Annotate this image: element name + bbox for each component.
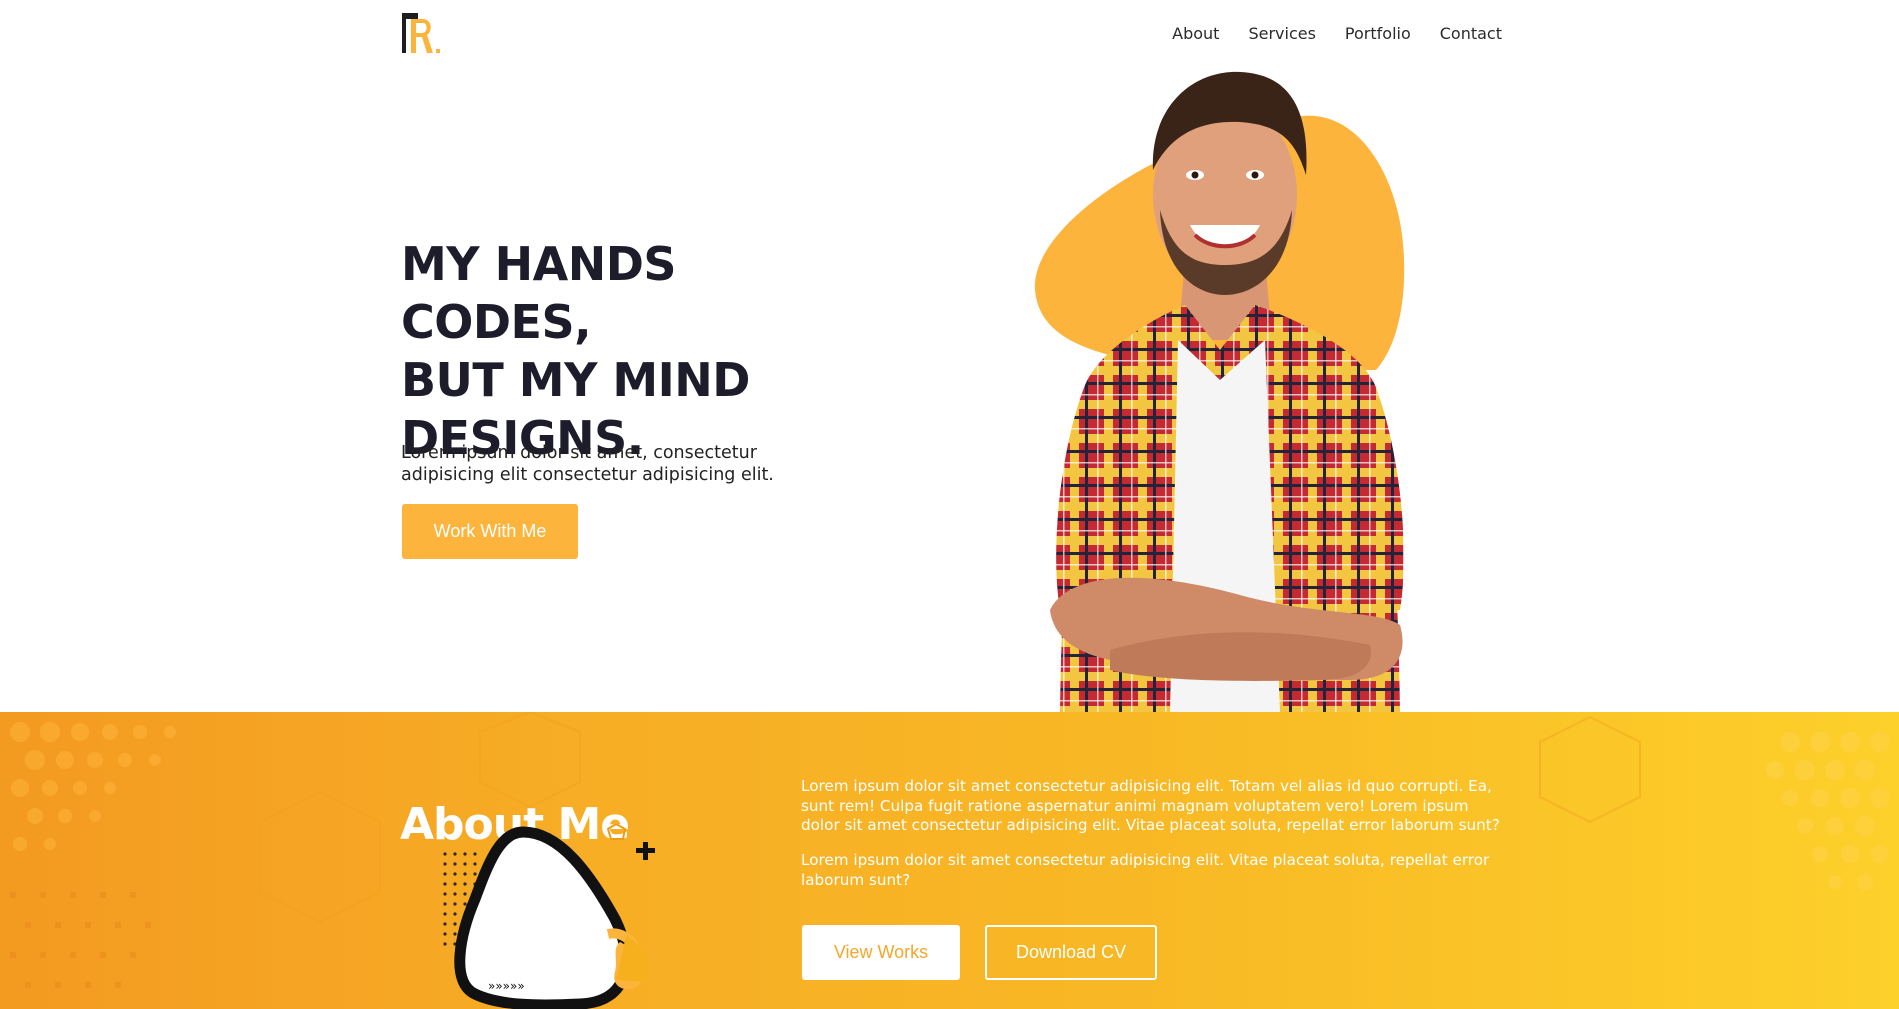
hero-description: Lorem ipsum dolor sit amet, consectetur … (401, 443, 774, 485)
download-cv-button[interactable]: Download CV (985, 925, 1157, 980)
nav-portfolio[interactable]: Portfolio (1345, 24, 1411, 43)
view-works-button[interactable]: View Works (802, 925, 960, 980)
nav-contact[interactable]: Contact (1440, 24, 1502, 43)
main-nav: About Services Portfolio Contact (1172, 24, 1502, 43)
about-paragraph-2: Lorem ipsum dolor sit amet consectetur a… (801, 851, 1490, 889)
nav-services[interactable]: Services (1248, 24, 1315, 43)
brand-logo[interactable] (402, 13, 442, 55)
hero-portrait (1034, 71, 1405, 712)
about-paragraph-1: Lorem ipsum dolor sit amet consectetur a… (801, 777, 1500, 834)
about-section: About Me »»»»» Lorem ipsum dolor sit ame… (0, 712, 1899, 1009)
hero-title: MY HANDS CODES, BUT MY MIND DESIGNS. (401, 237, 750, 465)
work-with-me-button[interactable]: Work With Me (402, 504, 578, 559)
about-illustration: »»»»» (443, 824, 655, 1009)
arrows-text: »»»»» (488, 979, 525, 993)
nav-about[interactable]: About (1172, 24, 1219, 43)
